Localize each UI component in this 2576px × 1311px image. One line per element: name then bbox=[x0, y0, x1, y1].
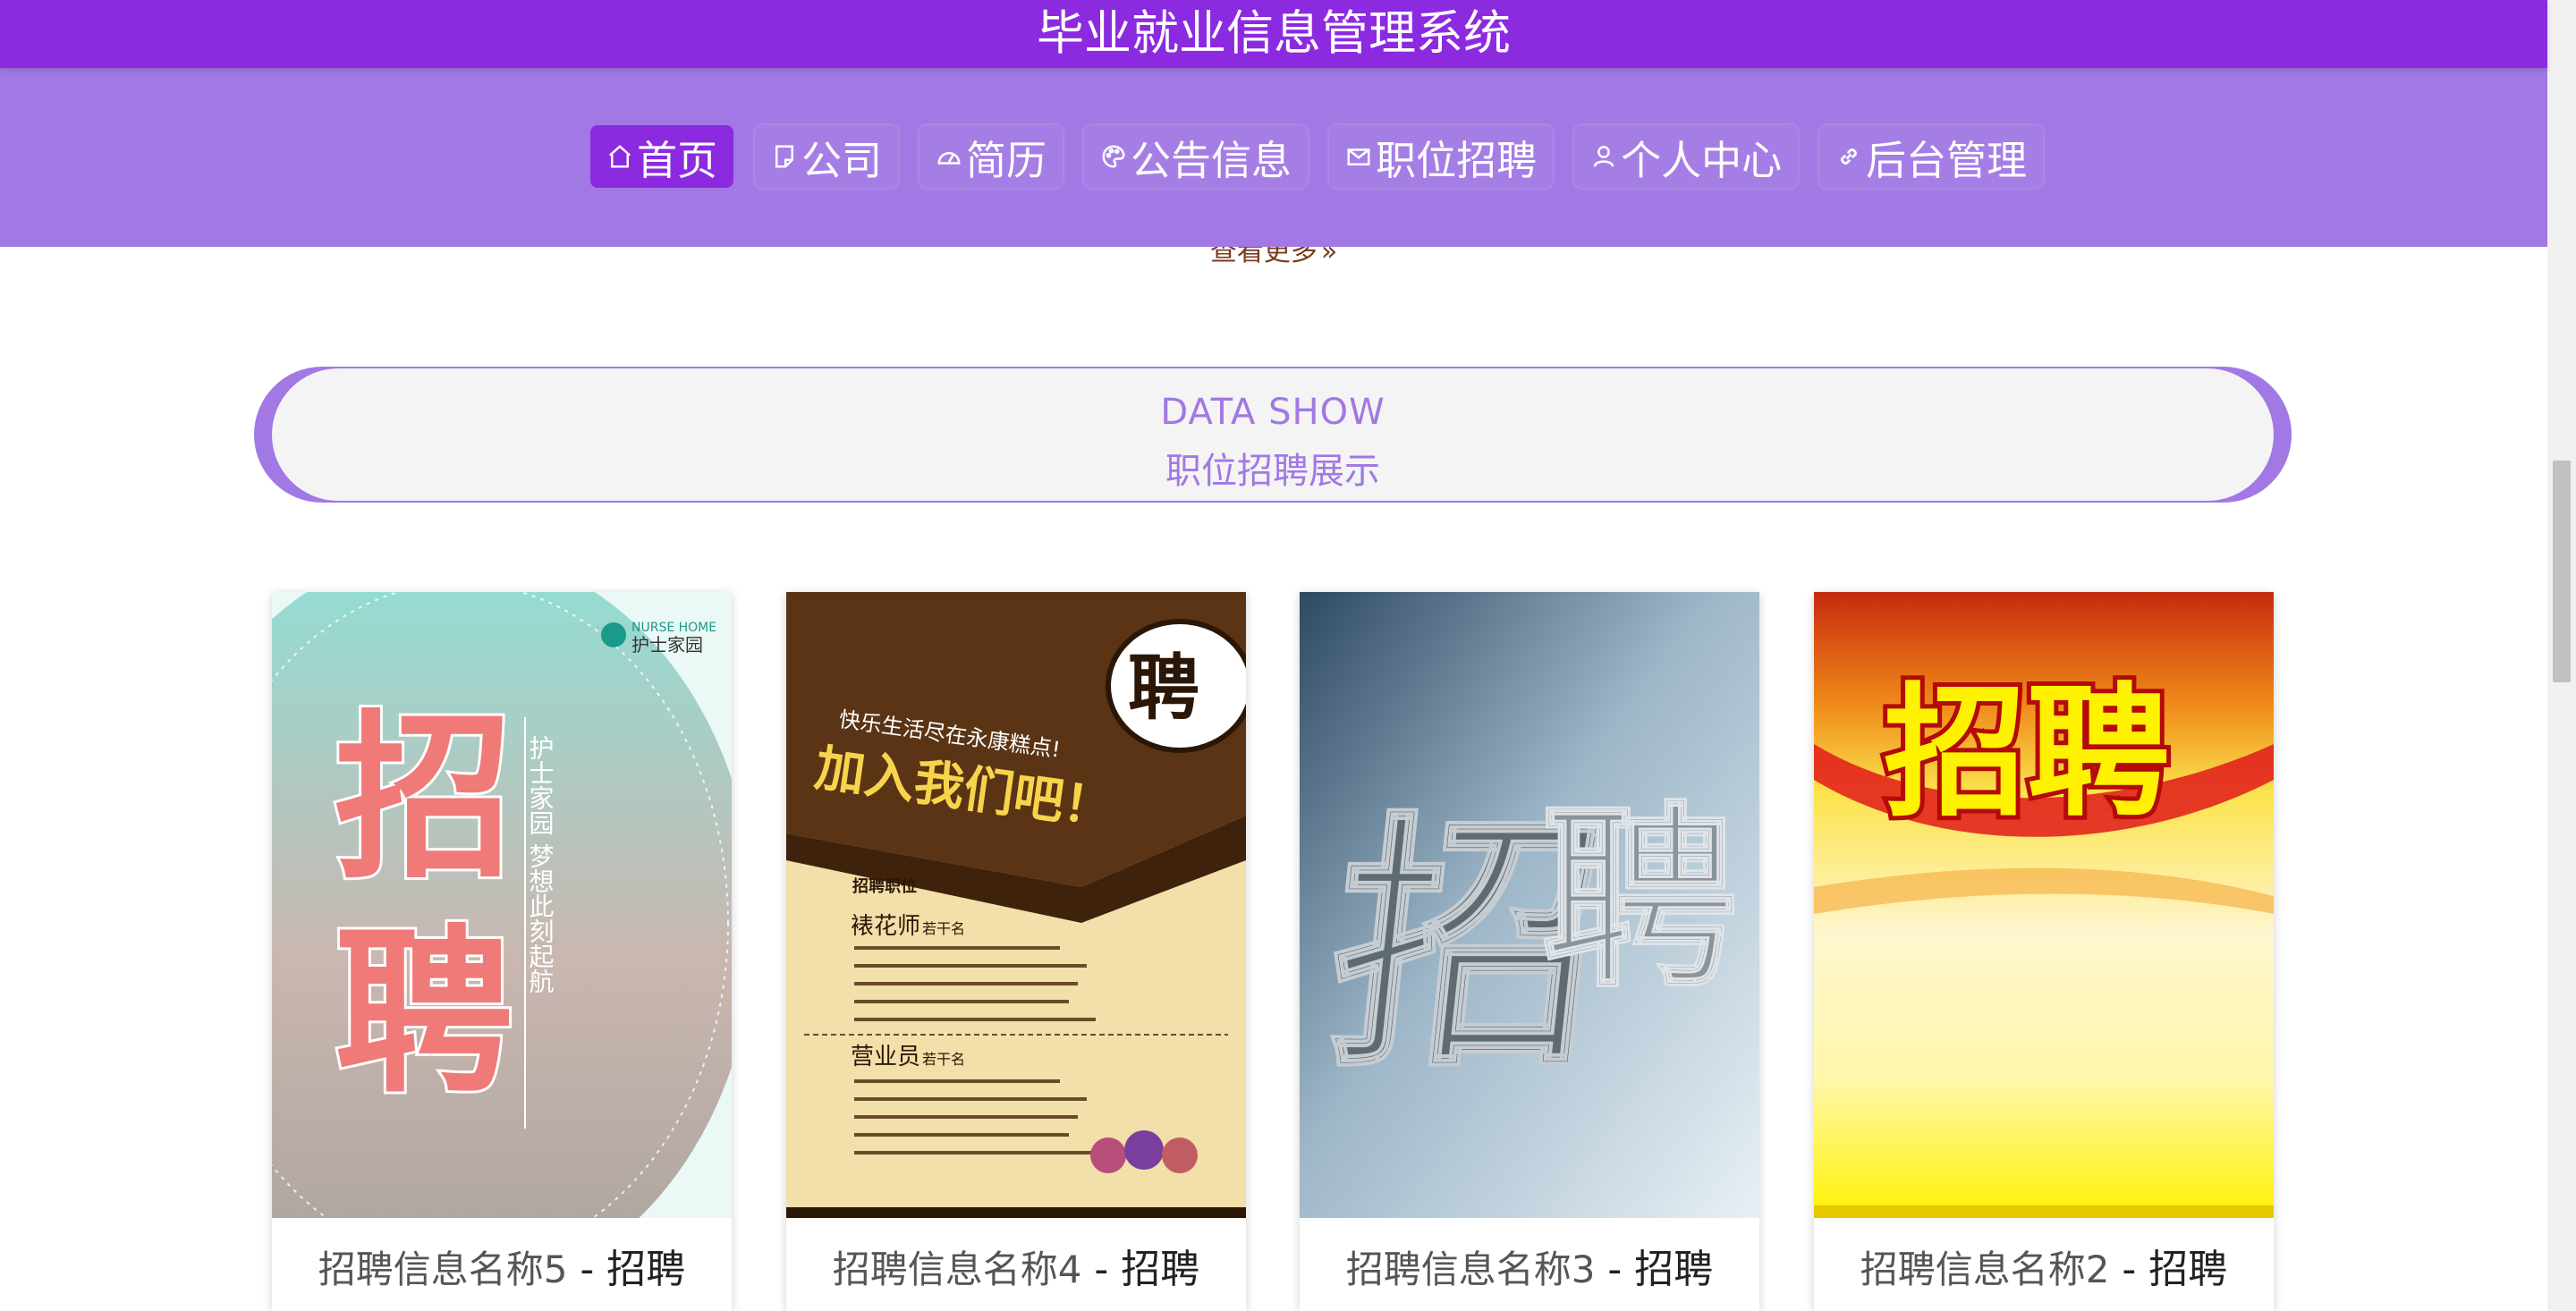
poster-role-2-count: 若干名 bbox=[922, 1051, 965, 1068]
job-title: 招聘 bbox=[2148, 1247, 2228, 1292]
caption-separator: - bbox=[1081, 1247, 1122, 1292]
job-title: 招聘 bbox=[1121, 1247, 1200, 1292]
mail-icon bbox=[1345, 143, 1372, 170]
section-header: DATA SHOW 职位招聘展示 bbox=[254, 367, 2292, 503]
section-title-cn: 职位招聘展示 bbox=[1165, 451, 1380, 492]
job-card[interactable]: 聘 快乐生活尽在永康糕点! 加入我们吧！ 招聘职位 裱花师 若干名 营业员 若干… bbox=[786, 592, 1246, 1311]
title-bar: 毕业就业信息管理系统 bbox=[0, 0, 2547, 68]
nav-item-home[interactable]: 首页 bbox=[590, 125, 734, 188]
job-title: 招聘 bbox=[606, 1247, 686, 1292]
main-navigation: 首页 公司 简历 公告信息 职位招聘 个人中心 后台管理 bbox=[0, 68, 2547, 247]
nav-item-label: 个人中心 bbox=[1621, 136, 1783, 184]
job-title: 招聘 bbox=[1634, 1247, 1714, 1292]
user-icon bbox=[1590, 143, 1617, 170]
job-poster-image[interactable]: 招 聘 bbox=[1300, 592, 1759, 1218]
section-title-en: DATA SHOW bbox=[1160, 392, 1385, 433]
nav-item-label: 公司 bbox=[801, 136, 883, 184]
nav-item-label: 首页 bbox=[637, 136, 718, 184]
job-card[interactable]: 招 聘 招聘信息名称3 - 招聘 bbox=[1300, 592, 1759, 1311]
nav-item-label: 后台管理 bbox=[1866, 136, 2028, 184]
nav-item-label: 公告信息 bbox=[1131, 136, 1292, 184]
nav-item-label: 职位招聘 bbox=[1376, 136, 1538, 184]
caption-separator: - bbox=[567, 1247, 607, 1292]
home-icon bbox=[606, 143, 633, 170]
poster-role-1-count: 若干名 bbox=[922, 920, 965, 937]
poster-big-char-2: 聘 bbox=[1541, 785, 1738, 1014]
poster-big-char-2: 聘 bbox=[335, 909, 513, 1118]
nav-item-jobs[interactable]: 职位招聘 bbox=[1329, 125, 1554, 188]
job-card-caption: 招聘信息名称4 - 招聘 bbox=[786, 1241, 1246, 1298]
poster-big-char-1: 招 bbox=[335, 695, 513, 903]
link-icon bbox=[1835, 143, 1862, 170]
nav-item-label: 简历 bbox=[966, 136, 1047, 184]
gauge-icon bbox=[936, 143, 962, 170]
palette-icon bbox=[1100, 143, 1127, 170]
nav-item-profile[interactable]: 个人中心 bbox=[1574, 125, 1799, 188]
document-icon bbox=[771, 143, 798, 170]
nav-item-admin[interactable]: 后台管理 bbox=[1819, 125, 2044, 188]
poster-role-2: 营业员 bbox=[851, 1044, 920, 1070]
nav-item-company[interactable]: 公司 bbox=[755, 125, 899, 188]
job-poster-image[interactable]: 招聘 bbox=[1814, 592, 2274, 1218]
job-poster-image[interactable]: 聘 快乐生活尽在永康糕点! 加入我们吧！ 招聘职位 裱花师 若干名 营业员 若干… bbox=[786, 592, 1246, 1218]
job-card[interactable]: 招聘 招聘信息名称2 - 招聘 bbox=[1814, 592, 2274, 1311]
job-name: 招聘信息名称4 bbox=[832, 1248, 1082, 1291]
caption-separator: - bbox=[2109, 1247, 2149, 1292]
poster-section-label: 招聘职位 bbox=[852, 876, 917, 896]
poster-big-text: 招聘 bbox=[1884, 669, 2170, 836]
scrollbar-thumb[interactable] bbox=[2553, 461, 2571, 682]
page-scrollbar[interactable] bbox=[2547, 0, 2576, 1311]
poster-badge: 聘 bbox=[1128, 647, 1199, 730]
job-card-caption: 招聘信息名称3 - 招聘 bbox=[1300, 1241, 1759, 1298]
job-name: 招聘信息名称5 bbox=[318, 1248, 568, 1291]
job-card[interactable]: NURSE HOME 护士家园 招 聘 护士家园 梦想此刻起航 招聘信息名称5 … bbox=[272, 592, 732, 1311]
poster-brand-cn: 护士家园 bbox=[631, 634, 703, 656]
job-card-caption: 招聘信息名称5 - 招聘 bbox=[272, 1241, 732, 1298]
nav-item-announcements[interactable]: 公告信息 bbox=[1084, 125, 1309, 188]
caption-separator: - bbox=[1595, 1247, 1635, 1292]
job-poster-image[interactable]: NURSE HOME 护士家园 招 聘 护士家园 梦想此刻起航 bbox=[272, 592, 732, 1218]
poster-slogan: 护士家园 梦想此刻起航 bbox=[526, 735, 555, 994]
job-name: 招聘信息名称3 bbox=[1345, 1248, 1596, 1291]
nav-menu: 首页 公司 简历 公告信息 职位招聘 个人中心 后台管理 bbox=[590, 125, 2044, 188]
poster-brand: NURSE HOME bbox=[631, 621, 716, 635]
nav-item-resume[interactable]: 简历 bbox=[919, 125, 1063, 188]
job-card-caption: 招聘信息名称2 - 招聘 bbox=[1814, 1241, 2274, 1298]
poster-role-1: 裱花师 bbox=[851, 913, 920, 940]
site-title: 毕业就业信息管理系统 bbox=[1037, 6, 1511, 61]
job-name: 招聘信息名称2 bbox=[1860, 1248, 2110, 1291]
